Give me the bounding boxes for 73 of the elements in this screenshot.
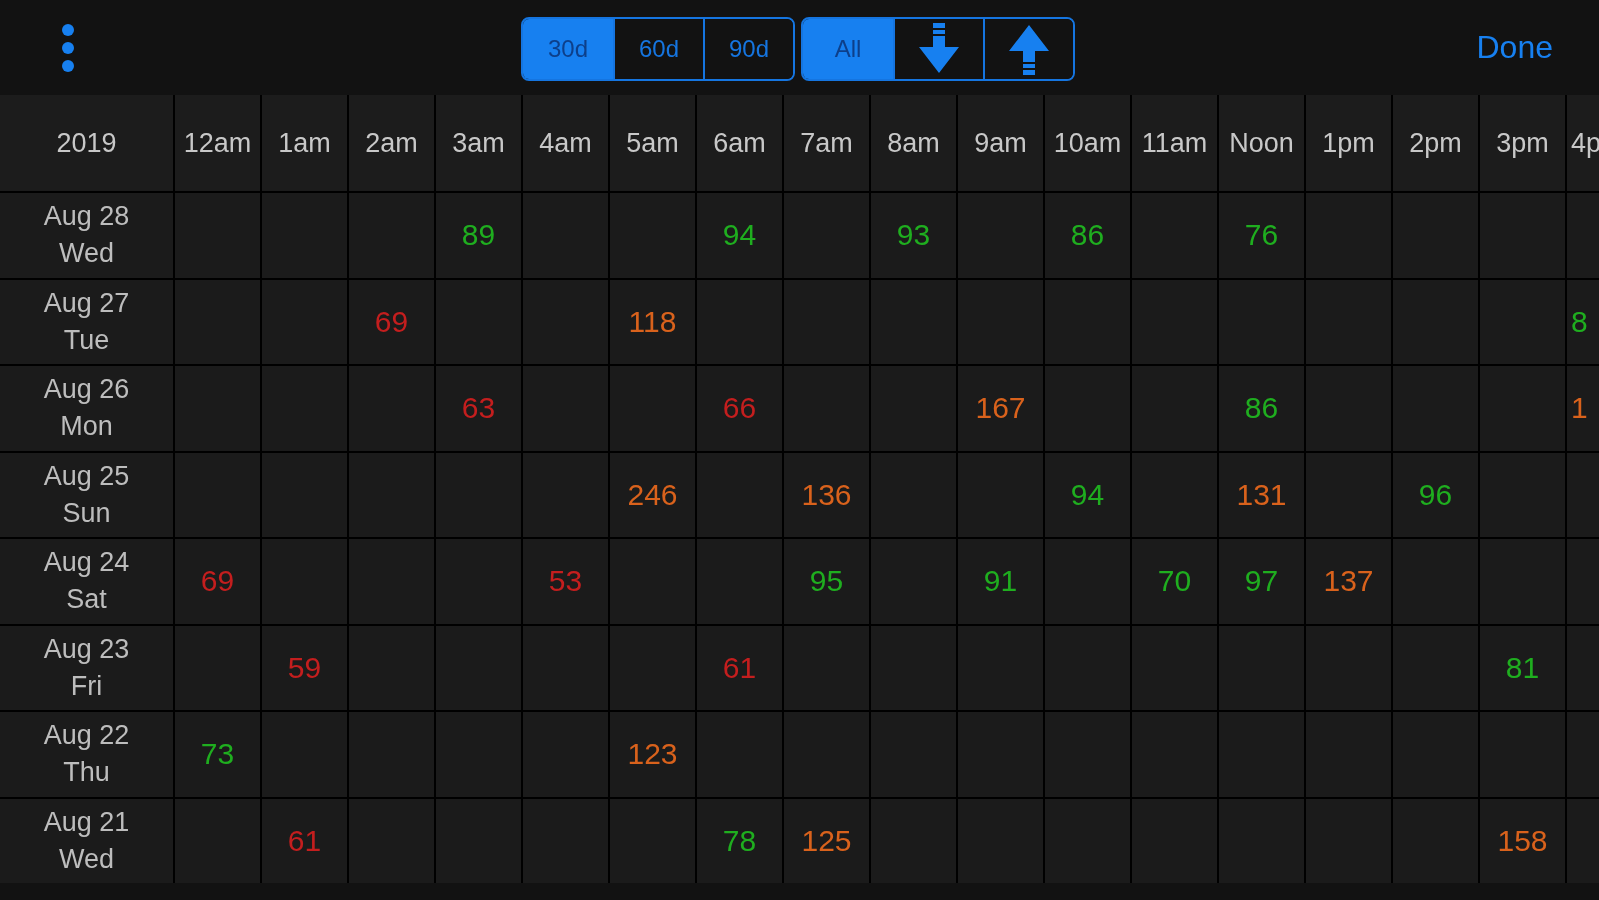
table-cell: 158: [1480, 798, 1565, 883]
range-tab[interactable]: 30d: [523, 19, 613, 79]
table-cell: 53: [523, 539, 608, 624]
hour-header-cell: 11am: [1132, 95, 1217, 191]
table-cell: 137: [1306, 539, 1391, 624]
hour-header-cell: 5am: [610, 95, 695, 191]
hour-header-cell: 10am: [1045, 95, 1130, 191]
table-cell: 136: [784, 452, 869, 537]
table-cell: 91: [958, 539, 1043, 624]
hour-header-cell: 9am: [958, 95, 1043, 191]
table-cell: 70: [1132, 539, 1217, 624]
table-cell: 167: [958, 366, 1043, 451]
table-cell: 86: [1045, 193, 1130, 278]
hour-header-cell: 4am: [523, 95, 608, 191]
table-cell: 8: [1567, 279, 1599, 364]
table-cell: 123: [610, 712, 695, 797]
date-label: Aug 23: [43, 632, 130, 666]
filter-tab[interactable]: All: [803, 19, 893, 79]
table-cell: 76: [1219, 193, 1304, 278]
date-label: Aug 25: [43, 459, 130, 493]
weekday-label: Thu: [63, 756, 110, 790]
weekday-label: Wed: [59, 842, 114, 876]
hour-header-cell: 3pm: [1480, 95, 1565, 191]
hour-header-cell: 7am: [784, 95, 869, 191]
hour-header-cell: 1am: [262, 95, 347, 191]
hour-header-cell: 12am: [175, 95, 260, 191]
table-cell: 89: [436, 193, 521, 278]
table-cell: 69: [349, 279, 434, 364]
hour-header-cell: 2pm: [1393, 95, 1478, 191]
hour-header-cell: 2am: [349, 95, 434, 191]
weekday-label: Sat: [66, 583, 107, 617]
date-label: Aug 22: [43, 719, 130, 753]
hour-header-cell: Noon: [1219, 95, 1304, 191]
table-cell: 61: [262, 798, 347, 883]
hour-header-cell: 8am: [871, 95, 956, 191]
table-cell: 61: [697, 625, 782, 710]
table-cell: 246: [610, 452, 695, 537]
weekday-label: Mon: [60, 410, 113, 444]
weekday-label: Fri: [70, 669, 103, 703]
table-cell: 81: [1480, 625, 1565, 710]
menu-icon[interactable]: [60, 23, 76, 72]
date-label: Aug 27: [43, 286, 130, 320]
table-cell: 69: [175, 539, 260, 624]
table-cell: 63: [436, 366, 521, 451]
date-label: Aug 26: [43, 373, 130, 407]
table-cell: 94: [1045, 452, 1130, 537]
weekday-label: Tue: [63, 323, 110, 357]
date-label: Aug 24: [43, 546, 130, 580]
range-tab[interactable]: 90d: [703, 19, 793, 79]
table-cell: 59: [262, 625, 347, 710]
table-cell: 97: [1219, 539, 1304, 624]
hour-header-cell: 3am: [436, 95, 521, 191]
table-cell: 95: [784, 539, 869, 624]
table-cell: 94: [697, 193, 782, 278]
hour-header-cell: 1pm: [1306, 95, 1391, 191]
table-cell: 125: [784, 798, 869, 883]
table-cell: 66: [697, 366, 782, 451]
weekday-label: Sun: [62, 496, 111, 530]
weekday-label: Wed: [59, 237, 114, 271]
table-cell: 96: [1393, 452, 1478, 537]
table-cell: 86: [1219, 366, 1304, 451]
table-cell: 1: [1567, 366, 1599, 451]
table-cell: 93: [871, 193, 956, 278]
table-cell: 131: [1219, 452, 1304, 537]
date-label: Aug 28: [43, 200, 130, 234]
hour-header-cell: 6am: [697, 95, 782, 191]
up-arrow-button[interactable]: [983, 19, 1073, 79]
done-button[interactable]: Done: [1476, 29, 1553, 66]
table-cell: 73: [175, 712, 260, 797]
year-header-cell: 2019: [0, 95, 173, 191]
table-cell: 118: [610, 279, 695, 364]
table-cell: 78: [697, 798, 782, 883]
date-label: Aug 21: [43, 805, 130, 839]
